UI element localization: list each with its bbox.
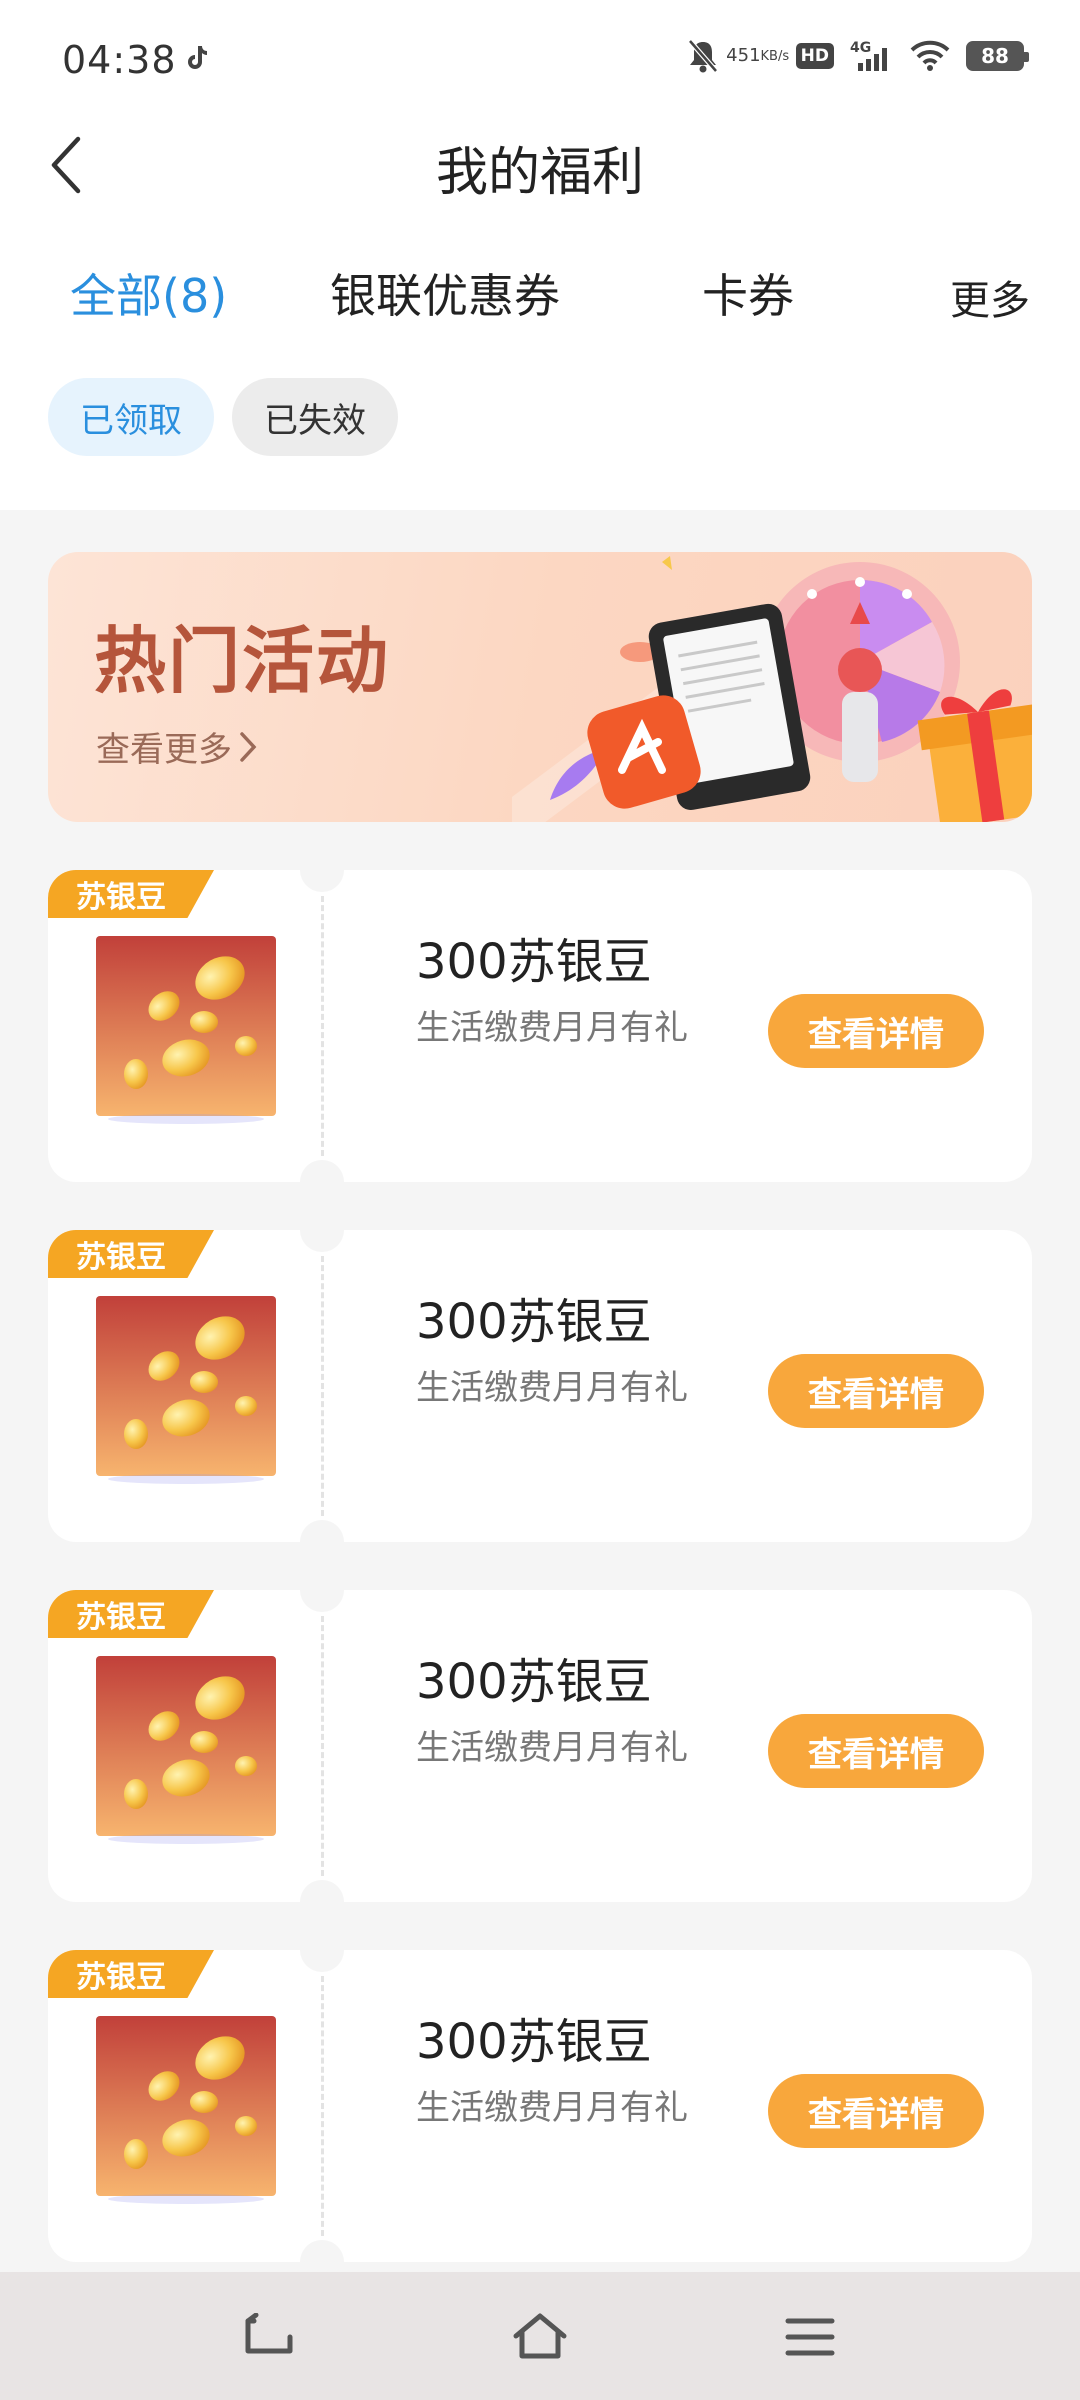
view-details-button[interactable]: 查看详情 [768,1714,984,1788]
card-tag: 苏银豆 [48,1590,214,1638]
battery-level: 88 [981,44,1009,68]
hd-badge: HD [795,43,834,69]
nav-menu-button[interactable] [770,2302,850,2372]
nav-back-button[interactable] [230,2302,310,2372]
tab-bar: 全部(8) 银联优惠券 卡券 更多 [0,260,1080,350]
status-bar: 04:38 451 KB/s HD 4G 88 [0,0,1080,110]
tab-unionpay-coupons[interactable]: 银联优惠券 [330,260,560,326]
benefit-card: 苏银豆 300苏银豆 生活缴费月月有礼 查看详情 [48,1928,1032,2284]
golden-beans-thumbnail [96,1296,276,1476]
thumbnail-shadow [108,1114,264,1124]
card-subtitle: 生活缴费月月有礼 [416,2088,688,2128]
thumbnail-shadow [108,1474,264,1484]
banner-illustration [512,556,1032,822]
thumbnail-shadow [108,2194,264,2204]
view-details-button[interactable]: 查看详情 [768,1354,984,1428]
card-divider [321,1256,324,1516]
status-icons: 451 KB/s HD 4G 88 [686,34,1029,78]
golden-beans-thumbnail [96,1656,276,1836]
card-divider [321,1616,324,1876]
card-divider [321,896,324,1156]
net-speed-value: 451 [726,45,761,66]
header: 我的福利 全部(8) 银联优惠券 卡券 更多 已领取 已失效 [0,110,1080,510]
card-title: 300苏银豆 [416,1654,652,1710]
card-notch [300,1928,344,1972]
view-details-button[interactable]: 查看详情 [768,994,984,1068]
card-notch [300,1160,344,1204]
status-time: 04:38 [62,38,177,82]
home-icon [513,2313,567,2359]
cellular-signal-icon: 4G [850,40,887,71]
tab-all[interactable]: 全部(8) [70,260,227,326]
filter-chips: 已领取 已失效 [48,378,398,456]
hot-activity-banner[interactable]: 热门活动 查看更多 [48,552,1032,822]
tab-more[interactable]: 更多 [950,268,1030,326]
benefit-card: 苏银豆 300苏银豆 生活缴费月月有礼 查看详情 [48,1208,1032,1564]
banner-title: 热门活动 [94,619,391,703]
thumbnail-shadow [108,1834,264,1844]
nav-home-button[interactable] [500,2302,580,2372]
filter-received[interactable]: 已领取 [48,378,214,456]
card-title: 300苏银豆 [416,1294,652,1350]
card-notch [300,1208,344,1252]
wifi-icon [910,40,950,71]
view-details-button[interactable]: 查看详情 [768,2074,984,2148]
card-tag: 苏银豆 [48,1950,214,1998]
system-nav-bar [0,2272,1080,2400]
tiktok-icon [188,46,207,69]
card-divider [321,1976,324,2236]
benefit-card: 苏银豆 300苏银豆 生活缴费月月有礼 查看详情 [48,848,1032,1204]
back-arrow-icon [245,2313,293,2354]
network-type-label: 4G [850,40,871,56]
tab-card-vouchers[interactable]: 卡券 [702,260,794,326]
page-title: 我的福利 [435,143,644,203]
card-tag: 苏银豆 [48,1230,214,1278]
card-title: 300苏银豆 [416,2014,652,2070]
card-subtitle: 生活缴费月月有礼 [416,1728,688,1768]
banner-view-more-link[interactable]: 查看更多 [96,722,258,771]
net-speed: 451 KB/s [726,47,789,65]
battery-icon: 88 [966,41,1029,71]
card-notch [300,1568,344,1612]
card-notch [300,848,344,892]
filter-expired[interactable]: 已失效 [232,378,398,456]
card-notch [300,1880,344,1924]
net-speed-unit: KB/s [760,48,790,64]
benefit-card: 苏银豆 300苏银豆 生活缴费月月有礼 查看详情 [48,1568,1032,1924]
mute-bell-icon [687,39,718,73]
golden-beans-thumbnail [96,2016,276,2196]
card-tag: 苏银豆 [48,870,214,918]
card-subtitle: 生活缴费月月有礼 [416,1008,688,1048]
golden-beans-thumbnail [96,936,276,1116]
banner-link-label: 查看更多 [96,730,232,770]
card-notch [300,1520,344,1564]
card-subtitle: 生活缴费月月有礼 [416,1368,688,1408]
menu-icon [785,2318,835,2356]
chevron-right-icon [240,731,257,762]
card-title: 300苏银豆 [416,934,652,990]
